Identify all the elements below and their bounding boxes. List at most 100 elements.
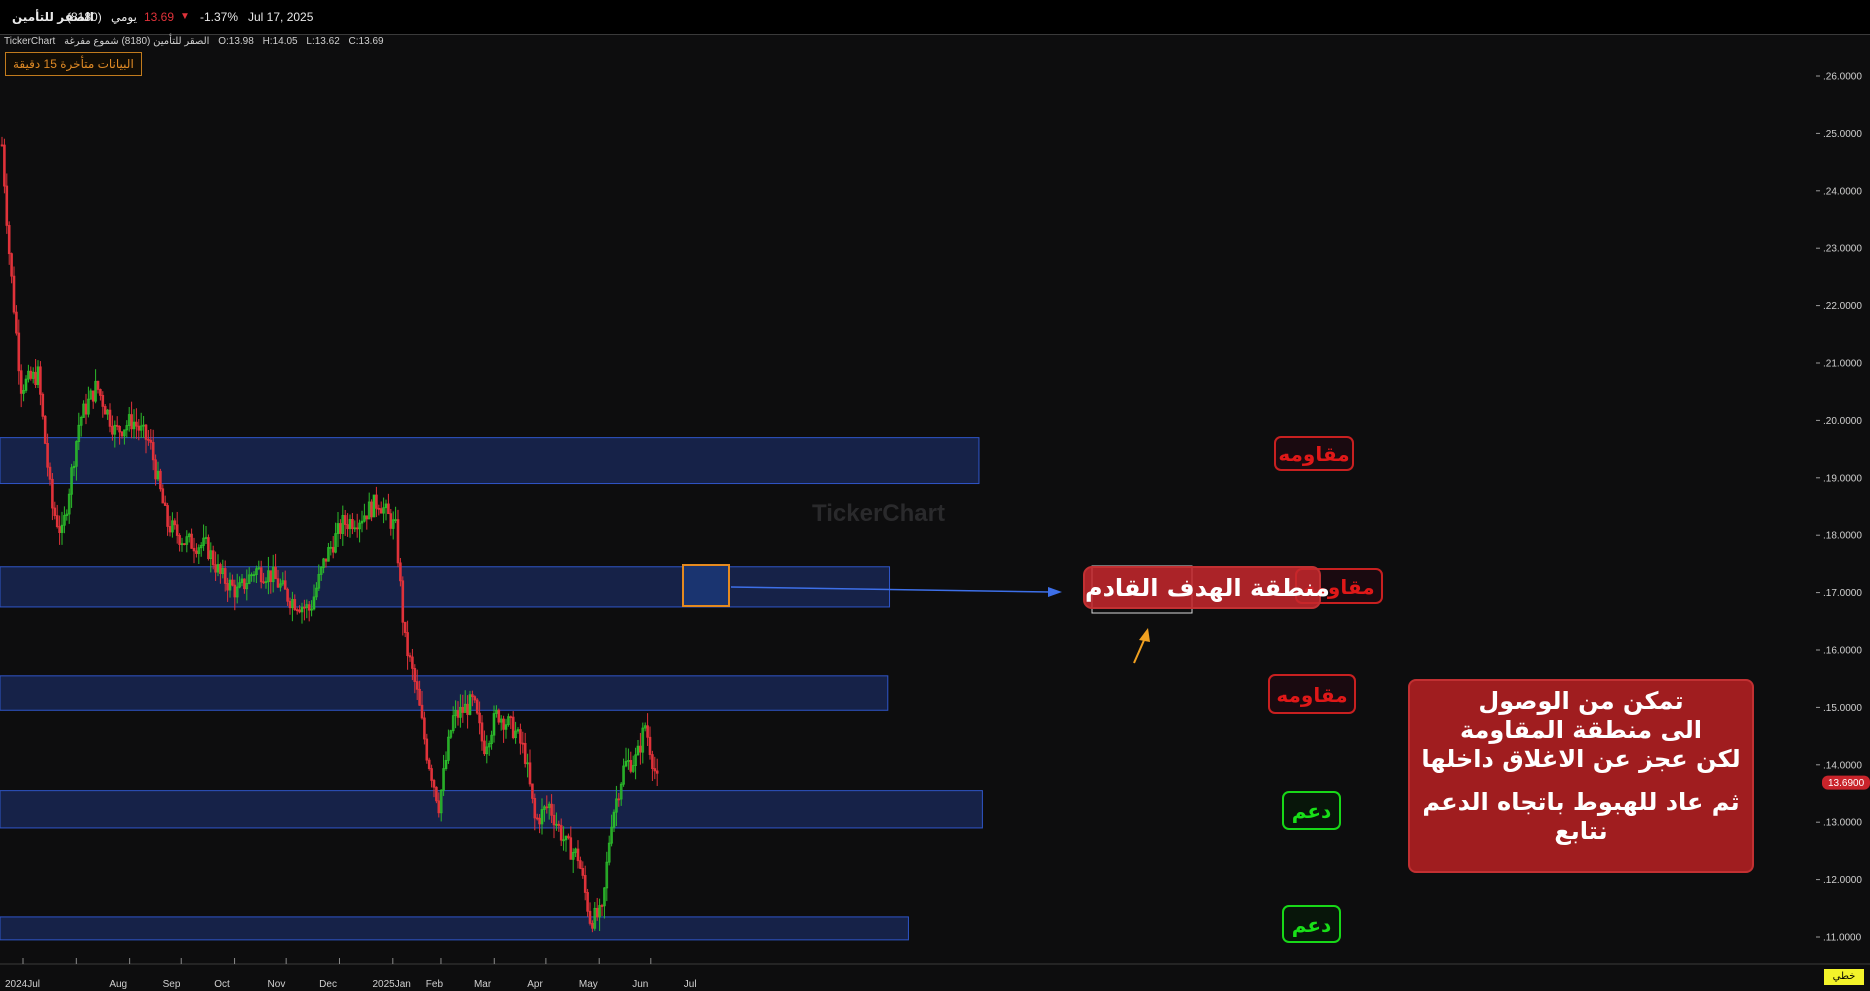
candle-down xyxy=(461,706,465,713)
candle-down xyxy=(120,431,124,437)
candle-down xyxy=(648,736,652,755)
y-tick-label: .20.0000 xyxy=(1823,416,1862,427)
y-tick-label: .26.0000 xyxy=(1823,72,1862,83)
candle-down xyxy=(600,905,604,907)
candle-down xyxy=(533,797,537,819)
y-tick-label: .17.0000 xyxy=(1823,588,1862,599)
candle-down xyxy=(19,370,23,394)
high-value: H:14.05 xyxy=(262,36,298,47)
note-line: لكن عجز عن الاغلاق داخلها xyxy=(1421,745,1741,773)
candle-down xyxy=(17,332,21,372)
candle-down xyxy=(343,515,347,525)
candle-down xyxy=(48,466,52,480)
candle-down xyxy=(411,656,414,669)
candle-down xyxy=(166,505,169,527)
y-tick-label: .14.0000 xyxy=(1823,760,1862,771)
open-value: O:13.98 xyxy=(218,36,254,47)
symbol-code: (8180) xyxy=(67,10,102,24)
candle-down xyxy=(211,550,215,566)
candle-down xyxy=(502,718,505,730)
candle-down xyxy=(396,519,400,564)
candle-down xyxy=(0,144,4,147)
candle-down xyxy=(195,550,198,554)
series-name: الصقر للتأمين (8180) شموع مفرغة xyxy=(64,36,210,47)
brand-label: TickerChart xyxy=(4,36,56,47)
candle-down xyxy=(418,688,421,706)
candle-down xyxy=(581,868,585,876)
candle-down xyxy=(115,424,119,427)
chart-type-tag[interactable]: خطي xyxy=(1824,969,1864,985)
candle-down xyxy=(12,275,16,313)
candle-down xyxy=(10,253,13,277)
candle-down xyxy=(5,185,9,226)
y-tick-label: .23.0000 xyxy=(1823,244,1862,255)
candle-down xyxy=(190,533,193,549)
candle-down xyxy=(55,515,59,527)
candle-down xyxy=(639,745,642,753)
last-price: 13.69 xyxy=(144,10,175,24)
candle-down xyxy=(161,488,165,504)
down-triangle-icon: ▼ xyxy=(180,11,190,22)
target-zone-label[interactable]: منطقة الهدف القادم xyxy=(1083,566,1330,609)
candle-down xyxy=(423,717,426,740)
candle-down xyxy=(351,519,354,530)
candle-down xyxy=(243,578,246,590)
candle-down xyxy=(233,584,237,598)
candle-down xyxy=(276,578,280,588)
candle-down xyxy=(46,443,49,468)
y-tick-label: .21.0000 xyxy=(1823,359,1862,370)
note-line: تمكن من الوصول xyxy=(1478,687,1684,715)
x-tick-label: Mar xyxy=(474,979,492,990)
candle-down xyxy=(545,806,549,809)
analysis-note[interactable]: تمكن من الوصول الى منطقة المقاومة لكن عج… xyxy=(1408,679,1754,873)
y-tick-label: .16.0000 xyxy=(1823,646,1862,657)
candle-down xyxy=(207,537,210,559)
candle-down xyxy=(478,712,481,724)
change-percent: -1.37% xyxy=(200,10,239,24)
candle-down xyxy=(523,743,527,764)
candle-down xyxy=(617,798,621,801)
candle-down xyxy=(219,564,222,574)
low-value: L:13.62 xyxy=(306,36,340,47)
candle-down xyxy=(471,694,474,698)
candle-down xyxy=(288,600,292,609)
candle-down xyxy=(293,599,297,611)
candle-down xyxy=(175,524,179,536)
candle-down xyxy=(435,786,438,802)
candle-down xyxy=(324,558,328,562)
resistance-label-1[interactable]: مقاومه xyxy=(1274,436,1354,471)
candle-down xyxy=(43,415,47,444)
candle-down xyxy=(58,526,61,533)
candle-down xyxy=(557,823,561,826)
support-label-1[interactable]: دعم xyxy=(1282,791,1341,830)
candle-down xyxy=(346,524,349,530)
x-tick-label: Jul xyxy=(684,979,697,990)
x-tick-label: May xyxy=(579,979,598,990)
period-label[interactable]: يومي xyxy=(111,10,137,24)
candle-down xyxy=(274,566,277,580)
candle-down xyxy=(231,579,234,586)
candle-down xyxy=(159,470,162,490)
candle-down xyxy=(387,503,390,515)
candle-down xyxy=(403,621,407,633)
candle-down xyxy=(168,526,172,533)
x-tick-label: 2025Jan xyxy=(372,979,410,990)
resistance-label-3[interactable]: مقاومه xyxy=(1268,674,1356,714)
selected-box[interactable] xyxy=(682,564,730,607)
candle-down xyxy=(475,699,479,714)
note-line: نتابع xyxy=(1554,817,1608,845)
support-label-2[interactable]: دعم xyxy=(1282,905,1341,943)
y-tick-label: .25.0000 xyxy=(1823,129,1862,140)
candle-down xyxy=(101,395,105,407)
candle-down xyxy=(144,424,148,440)
candle-down xyxy=(103,406,107,415)
x-tick-label: Dec xyxy=(319,979,337,990)
x-tick-label: Aug xyxy=(109,979,127,990)
x-tick-label: 2024Jul xyxy=(5,979,40,990)
candle-down xyxy=(399,562,402,582)
x-tick-label: Jun xyxy=(632,979,648,990)
close-value: C:13.69 xyxy=(348,36,384,47)
note-line xyxy=(1410,774,1752,788)
candle-down xyxy=(303,606,306,609)
candle-down xyxy=(377,507,381,510)
